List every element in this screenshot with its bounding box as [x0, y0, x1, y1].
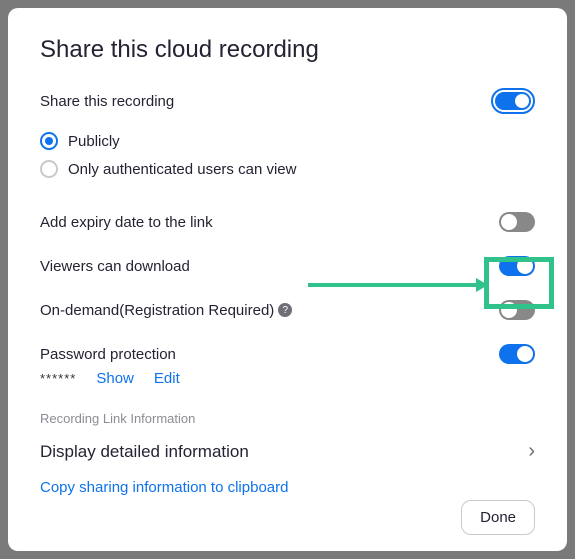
password-protection-row: Password protection	[40, 334, 535, 370]
password-protection-toggle[interactable]	[499, 344, 535, 364]
share-recording-label: Share this recording	[40, 93, 174, 110]
password-row: ****** Show Edit	[40, 370, 535, 411]
password-show-link[interactable]: Show	[96, 370, 134, 387]
help-icon[interactable]: ?	[278, 303, 292, 317]
visibility-radio-group: Publicly Only authenticated users can vi…	[40, 128, 535, 184]
password-edit-link[interactable]: Edit	[154, 370, 180, 387]
visibility-option-authenticated[interactable]: Only authenticated users can view	[40, 156, 535, 184]
done-button[interactable]: Done	[461, 500, 535, 535]
download-label: Viewers can download	[40, 258, 190, 275]
on-demand-row: On-demand(Registration Required) ?	[40, 290, 535, 334]
display-detailed-info-label: Display detailed information	[40, 442, 249, 462]
on-demand-toggle[interactable]	[499, 300, 535, 320]
modal-footer: Done	[40, 500, 535, 535]
password-masked: ******	[40, 371, 76, 386]
radio-authenticated[interactable]	[40, 160, 58, 178]
expiry-row: Add expiry date to the link	[40, 202, 535, 246]
recording-link-info-header: Recording Link Information	[40, 411, 535, 436]
copy-sharing-info-link[interactable]: Copy sharing information to clipboard	[40, 479, 535, 500]
on-demand-label: On-demand(Registration Required) ?	[40, 302, 292, 319]
modal-title: Share this cloud recording	[40, 36, 535, 64]
radio-publicly[interactable]	[40, 132, 58, 150]
expiry-toggle[interactable]	[499, 212, 535, 232]
radio-authenticated-label: Only authenticated users can view	[68, 161, 296, 178]
download-row: Viewers can download	[40, 246, 535, 290]
download-toggle[interactable]	[499, 256, 535, 276]
chevron-right-icon: ›	[528, 440, 535, 463]
expiry-label: Add expiry date to the link	[40, 214, 213, 231]
visibility-option-publicly[interactable]: Publicly	[40, 128, 535, 156]
share-recording-modal: Share this cloud recording Share this re…	[8, 8, 567, 551]
display-detailed-info-row[interactable]: Display detailed information ›	[40, 436, 535, 479]
password-protection-label: Password protection	[40, 346, 176, 363]
radio-publicly-label: Publicly	[68, 133, 120, 150]
share-recording-toggle[interactable]	[491, 88, 535, 114]
share-recording-row: Share this recording	[40, 88, 535, 114]
